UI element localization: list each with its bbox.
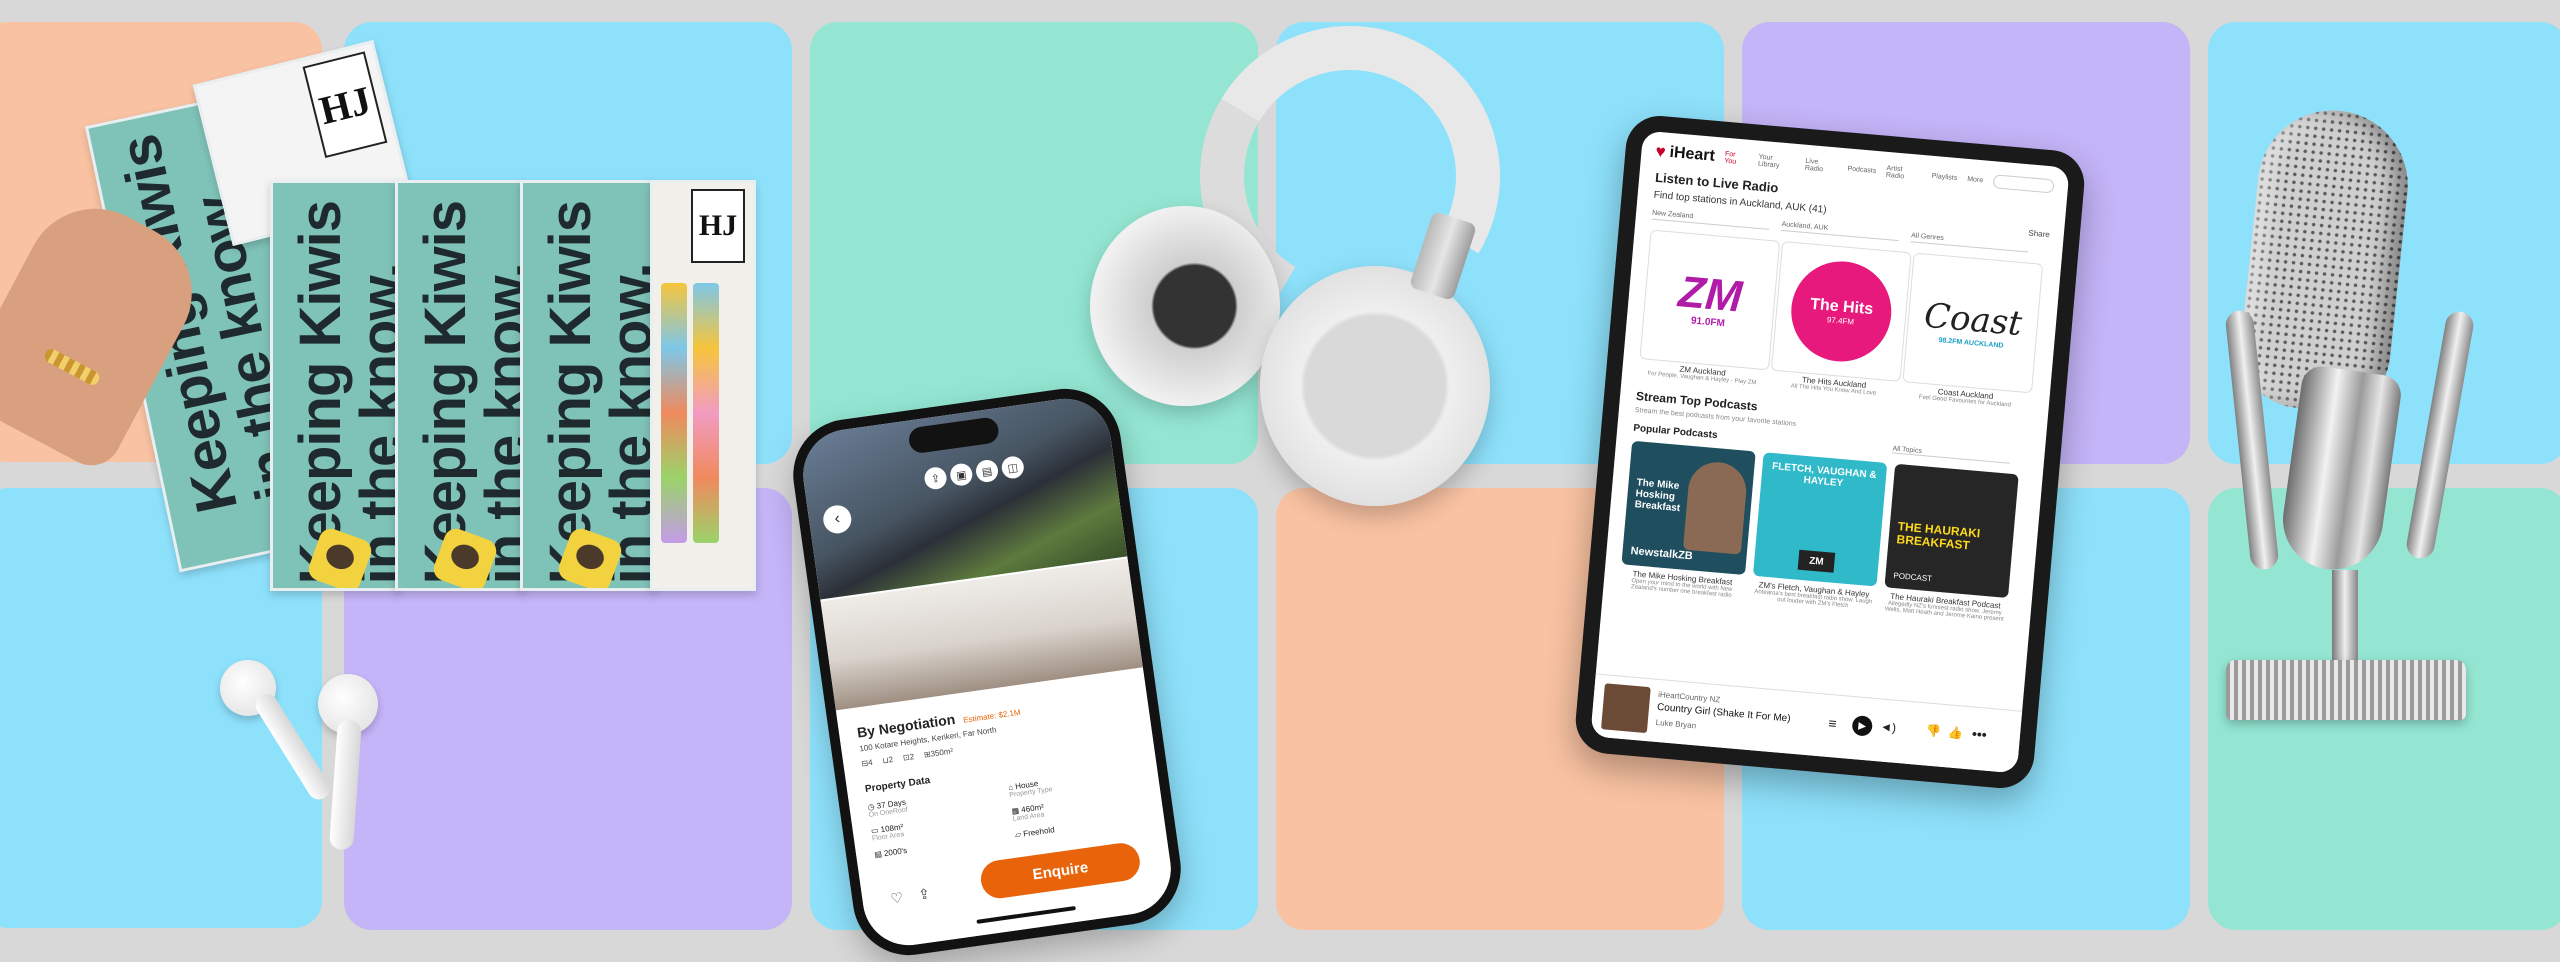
carparks: 2 (909, 752, 915, 762)
headphones (1090, 0, 1532, 516)
newspaper-color-strip (661, 283, 687, 543)
listing-card: By Negotiation Estimate: $2.1M 100 Kotar… (836, 670, 1177, 952)
thumbs-down-icon[interactable]: 👎 (1925, 723, 1941, 738)
bed-icon: ⊟4 (860, 757, 874, 769)
newspaper-masthead: HJ (691, 189, 745, 263)
headphones-earcup-left (1090, 206, 1280, 406)
topics-select[interactable]: All Topics (1892, 445, 2011, 464)
newspaper-headline: Keeping Kiwis in the know. (288, 201, 401, 585)
podcast-card-fletch[interactable]: FLETCH, VAUGHAN & HAYLEY ZM (1752, 452, 1888, 587)
newspaper-front-1: Keeping Kiwis in the know. (270, 180, 401, 591)
airpods (200, 650, 400, 851)
podcast-art-title: The Mike Hosking Breakfast (1634, 477, 1681, 515)
podcast-brand: PODCAST (1893, 571, 1933, 584)
volume-icon[interactable]: ◄) (1880, 719, 1897, 734)
airpod-right-stem (328, 719, 362, 851)
microphone-stem (2332, 570, 2358, 670)
play-button[interactable]: ▶ (1851, 715, 1874, 737)
search-input[interactable] (1992, 174, 2055, 194)
more-options-icon[interactable]: ••• (1971, 725, 1987, 742)
tablet-mockup: ♥ iHeart For You Your Library Live Radio … (1572, 113, 2088, 791)
nav-podcasts[interactable]: Podcasts (1847, 165, 1876, 174)
player-artist: Luke Bryan (1655, 717, 1697, 731)
nav-artist-radio[interactable]: Artist Radio (1886, 165, 1923, 182)
newspaper-front-3: Keeping Kiwis in the know. (520, 180, 656, 591)
station-logo-zm: ZM (1676, 266, 1745, 322)
station-card-hits[interactable]: The Hits 97.4FM (1770, 241, 1912, 382)
newspaper-stack: Keeping Kiwis in the know. HJ Keeping Ki… (0, 39, 756, 600)
player-artwork (1600, 683, 1651, 734)
iheart-brand: iHeart (1668, 143, 1716, 165)
microphone-base (2226, 660, 2466, 720)
nav-for-you[interactable]: For You (1724, 151, 1749, 167)
data-value: Freehold (1022, 825, 1056, 839)
podcast-card-hauraki[interactable]: THE HAURAKI BREAKFAST PODCAST (1884, 463, 2019, 599)
podcast-art-title: THE HAURAKI BREAKFAST (1896, 519, 1981, 553)
newspaper-headline: Keeping Kiwis in the know. (413, 201, 526, 585)
bedrooms: 4 (867, 757, 874, 768)
share-button[interactable]: Share (2028, 228, 2050, 239)
newspaper-masthead: HJ (302, 51, 388, 159)
thumbs-up-icon[interactable]: 👍 (1947, 725, 1963, 740)
nav-your-library[interactable]: Your Library (1758, 154, 1796, 171)
add-to-playlist-icon[interactable]: ≡ (1828, 715, 1838, 732)
newspaper-headline: Keeping Kiwis in the know. (538, 201, 656, 585)
newspaper-color-strip (693, 283, 719, 543)
data-value: 2000's (883, 845, 908, 859)
station-freq: 97.4FM (1826, 314, 1855, 327)
car-icon: ⊡2 (902, 752, 915, 763)
filter-genre[interactable]: All Genres (1910, 232, 2030, 253)
podcast-brand: ZM (1797, 549, 1836, 573)
popular-heading: Popular Podcasts (1632, 422, 1718, 442)
nav-live-radio[interactable]: Live Radio (1805, 158, 1839, 175)
bath-icon: ⊔2 (881, 754, 894, 766)
station-logo-hits-circle: The Hits 97.4FM (1787, 257, 1896, 366)
newspaper-front-2: Keeping Kiwis in the know. (395, 180, 526, 591)
podcast-card-mike-hosking[interactable]: The Mike Hosking Breakfast NewstalkZB (1621, 440, 1756, 576)
tablet-screen: ♥ iHeart For You Your Library Live Radio … (1590, 130, 2070, 774)
station-card-zm[interactable]: ZM 91.0FM (1639, 229, 1781, 371)
land-area: 350m² (929, 746, 954, 759)
bathrooms: 2 (888, 754, 894, 765)
nav-more[interactable]: More (1967, 175, 1984, 183)
filter-city[interactable]: Auckland, AUK (1781, 220, 1900, 242)
podcast-person (1682, 459, 1749, 555)
station-logo-coast: Coast (1922, 295, 2024, 344)
area-icon: ⊞350m² (923, 746, 954, 760)
station-card-coast[interactable]: Coast 98.2FM AUCKLAND (1902, 252, 2044, 394)
favourite-icon[interactable]: ♡ (889, 889, 904, 908)
filter-country[interactable]: New Zealand (1651, 209, 1771, 230)
headphones-earcup-right (1260, 266, 1490, 506)
share-bottom-icon[interactable]: ⇪ (917, 885, 931, 903)
microphone (2220, 102, 2520, 730)
heart-icon: ♥ (1654, 141, 1667, 162)
iheart-logo[interactable]: ♥ iHeart (1655, 142, 1716, 167)
phone-screen: ‹ ⇪ ▣ ▤ ◫ By Negotiation Estimate: $2.1M… (797, 392, 1177, 952)
podcast-art-title: FLETCH, VAUGHAN & HAYLEY (1771, 461, 1878, 490)
newspaper-front-4: HJ (650, 180, 756, 591)
microphone-yoke-right (2404, 309, 2476, 561)
nav-playlists[interactable]: Playlists (1931, 172, 1957, 181)
